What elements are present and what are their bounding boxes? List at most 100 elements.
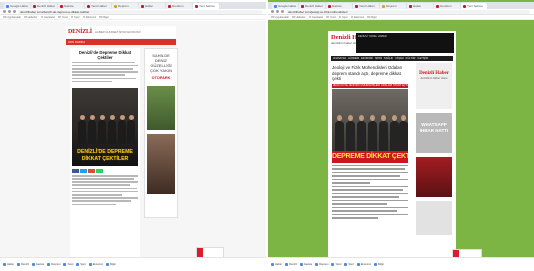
bookmark-item[interactable]: Haberler bbox=[292, 15, 306, 19]
text-line bbox=[332, 217, 378, 219]
taskbar-item[interactable]: Ekonomi bbox=[88, 263, 103, 266]
taskbar-item[interactable]: Gazete bbox=[31, 263, 44, 266]
favicon-icon bbox=[436, 4, 439, 8]
site-header: DENİZLİ HABER GÜNDEM SPOR EKONOMİ bbox=[66, 26, 176, 38]
bookmark-item[interactable]: Ekonomi bbox=[82, 16, 96, 19]
article-headline[interactable]: Denizli'de Depreme Dikkat Çektiler bbox=[72, 50, 138, 60]
taskbar-item[interactable]: Deprem bbox=[315, 263, 328, 266]
back-icon[interactable] bbox=[3, 10, 6, 13]
bookmark-item[interactable]: Yerel bbox=[326, 16, 336, 19]
back-icon[interactable] bbox=[271, 10, 274, 13]
taskbar-item[interactable]: Ekonomi bbox=[356, 263, 371, 266]
header-banner-ad[interactable]: DENİZLİ YEREL HABER bbox=[356, 33, 454, 53]
site-logo[interactable]: DENİZLİ bbox=[68, 29, 92, 35]
taskbar-item[interactable]: Haber bbox=[271, 263, 282, 266]
nav-item[interactable]: SAĞLIK bbox=[384, 57, 393, 60]
nav-item[interactable]: SPOR bbox=[375, 57, 382, 60]
article-photo[interactable]: DENİZLİ'DE DEPREME DİKKAT ÇEKTİLER bbox=[72, 88, 138, 167]
whatsapp-share-icon[interactable] bbox=[96, 169, 103, 174]
bookmark-item[interactable]: Uygulamalar bbox=[3, 16, 21, 19]
forward-icon[interactable] bbox=[276, 10, 279, 13]
text-line bbox=[72, 184, 131, 187]
bookmark-icon bbox=[308, 15, 312, 19]
person-figure bbox=[357, 114, 366, 151]
left-browser-screenshot: Google Haberler Denizli Haber Gazete Yer… bbox=[0, 0, 266, 271]
taskbar-item[interactable]: Spor bbox=[344, 263, 354, 266]
sidebar-ad[interactable] bbox=[416, 201, 452, 235]
taskbar-item[interactable]: Yerel bbox=[331, 263, 341, 266]
text-line bbox=[332, 178, 408, 181]
site-menu[interactable]: HABER GÜNDEM SPOR EKONOMİ bbox=[95, 30, 141, 34]
person-figure bbox=[98, 115, 106, 145]
taskbar-item[interactable]: Diğer bbox=[373, 263, 384, 266]
nav-item[interactable]: KÜLTÜR bbox=[406, 57, 416, 60]
bookmark-icon bbox=[70, 15, 74, 19]
bookmark-icon bbox=[338, 15, 342, 19]
text-line bbox=[332, 192, 408, 195]
favicon-icon bbox=[33, 4, 36, 8]
article-photo[interactable] bbox=[332, 88, 408, 151]
bookmark-item[interactable]: Diğer bbox=[99, 16, 109, 19]
taskbar-item[interactable]: Spor bbox=[76, 263, 86, 266]
nav-item[interactable]: İLETİŞİM bbox=[418, 57, 428, 60]
taskbar-item[interactable]: Haber bbox=[3, 263, 14, 266]
photo-banner: JEOLOJİ VE JEOFİZİK MÜHENDİSLERİ ODALARI… bbox=[332, 83, 408, 88]
favicon-icon bbox=[87, 4, 90, 8]
taskbar-item[interactable]: Yerel bbox=[63, 263, 73, 266]
forward-icon[interactable] bbox=[8, 10, 11, 13]
reload-icon[interactable] bbox=[281, 10, 284, 13]
text-line bbox=[332, 171, 408, 174]
sidebar-logo-box[interactable]: Denizli Haber denizlinin haber sitesi bbox=[416, 63, 452, 109]
bookmark-item[interactable]: Gazeteler bbox=[308, 15, 323, 19]
app-icon bbox=[331, 263, 335, 266]
favicon-icon bbox=[328, 4, 331, 8]
person-figure bbox=[118, 115, 126, 145]
reload-icon[interactable] bbox=[13, 10, 16, 13]
taskbar-item[interactable]: Denizli bbox=[285, 263, 297, 266]
favicon-icon bbox=[301, 4, 304, 8]
bookmarks-bar: Uygulamalar Haberler Gazeteler Yerel Spo… bbox=[0, 15, 266, 20]
taskbar-item[interactable]: Gazete bbox=[299, 263, 312, 266]
ad-logo: OTOPARK bbox=[151, 76, 171, 80]
bookmark-item[interactable]: Spor bbox=[338, 15, 348, 19]
nav-item[interactable]: YAŞAM bbox=[395, 57, 404, 60]
bookmark-item[interactable]: Yerel bbox=[58, 16, 68, 19]
facebook-share-icon[interactable] bbox=[72, 169, 79, 174]
text-line bbox=[72, 77, 137, 80]
tab-strip: Google Haberler Denizli Haber Gazete Yer… bbox=[268, 2, 534, 9]
google-share-icon[interactable] bbox=[88, 169, 95, 174]
bookmark-icon bbox=[271, 15, 274, 19]
taskbar-item[interactable]: Deprem bbox=[47, 263, 60, 266]
bookmark-item[interactable]: Uygulamalar bbox=[271, 16, 289, 19]
nav-item[interactable]: ANASAYFA bbox=[333, 57, 346, 60]
app-icon bbox=[88, 263, 92, 266]
app-icon bbox=[271, 263, 274, 266]
bookmark-item[interactable]: Gazeteler bbox=[40, 16, 55, 19]
favicon-icon bbox=[274, 4, 277, 8]
taskbar-item[interactable]: Denizli bbox=[17, 263, 29, 266]
nav-item[interactable]: GÜNDEM bbox=[348, 57, 359, 60]
url-field[interactable]: denizlihaber.com/denizli-de-deprem-e-dik… bbox=[18, 9, 262, 14]
taskbar-item[interactable]: Diğer bbox=[105, 263, 116, 266]
bookmark-item[interactable]: Spor bbox=[70, 15, 80, 19]
bookmark-item[interactable]: Haberler bbox=[24, 16, 38, 19]
bookmark-item[interactable]: Ekonomi bbox=[350, 16, 364, 19]
whatsapp-hotline-ad[interactable]: WHATSAPP İHBAR HATTI bbox=[416, 113, 452, 153]
photo-caption: DEPREME DİKKAT ÇEKTİ bbox=[332, 150, 408, 163]
person-figure bbox=[108, 115, 116, 145]
text-line bbox=[72, 178, 135, 180]
bookmark-icon bbox=[292, 15, 295, 19]
favicon-icon bbox=[168, 4, 171, 8]
twitter-share-icon[interactable] bbox=[80, 169, 87, 174]
nav-item[interactable]: EKONOMİ bbox=[361, 57, 373, 60]
ad-title: SAHİLDE DENİZ GÜZELLİĞİ ÇOK YAKIN bbox=[149, 53, 172, 73]
url-field[interactable]: denizlihaber.com/jeoloji-ve-fizik-muhend… bbox=[286, 9, 530, 14]
sidebar-ad[interactable] bbox=[416, 157, 452, 197]
breaking-news-bar: SON DAKİKA bbox=[66, 39, 176, 45]
bookmark-item[interactable]: Diğer bbox=[367, 16, 377, 19]
ad-image bbox=[147, 86, 175, 130]
person-figure bbox=[379, 114, 388, 151]
sidebar-ad[interactable]: SAHİLDE DENİZ GÜZELLİĞİ ÇOK YAKIN OTOPAR… bbox=[144, 48, 178, 218]
person-figure bbox=[346, 114, 355, 151]
article-headline[interactable]: Jeoloji ve Fizik Mühendisleri Odaları de… bbox=[332, 63, 408, 82]
